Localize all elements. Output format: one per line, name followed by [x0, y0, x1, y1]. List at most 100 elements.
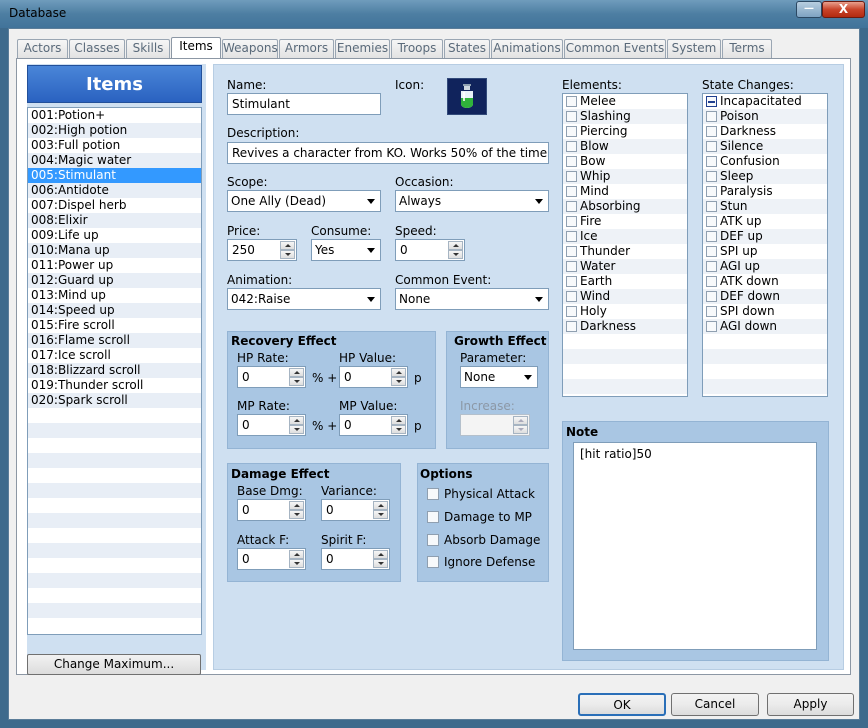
states-row[interactable]: Stun [703, 199, 827, 214]
spin-up-icon[interactable] [373, 501, 388, 510]
list-item[interactable]: 007:Dispel herb [28, 198, 201, 213]
tab-animations[interactable]: Animations [491, 39, 563, 58]
list-item[interactable]: 005:Stimulant [28, 168, 201, 183]
spin-down-icon[interactable] [289, 510, 304, 519]
elements-row[interactable]: Mind [563, 184, 687, 199]
checkbox-icon[interactable] [706, 231, 717, 242]
list-item[interactable]: 012:Guard up [28, 273, 201, 288]
states-row[interactable]: ATK down [703, 274, 827, 289]
hp-rate-stepper[interactable]: 0 [237, 366, 306, 388]
spin-down-icon[interactable] [391, 425, 406, 434]
spin-up-icon[interactable] [289, 368, 304, 377]
states-row[interactable]: AGI up [703, 259, 827, 274]
checkbox-icon[interactable] [706, 156, 717, 167]
checkbox-icon[interactable] [706, 96, 717, 107]
option-ignore-defense[interactable]: Ignore Defense [427, 555, 535, 569]
states-row[interactable]: Silence [703, 139, 827, 154]
occasion-dropdown[interactable]: Always [395, 190, 549, 212]
elements-row[interactable] [563, 364, 687, 379]
description-field[interactable]: Revives a character from KO. Works 50% o… [227, 142, 549, 164]
spin-up-icon[interactable] [289, 501, 304, 510]
spirit-f-stepper[interactable]: 0 [321, 548, 390, 570]
spin-down-icon[interactable] [448, 250, 463, 259]
states-row[interactable]: SPI down [703, 304, 827, 319]
states-row[interactable]: SPI up [703, 244, 827, 259]
elements-row[interactable]: Darkness [563, 319, 687, 334]
item-list[interactable]: 001:Potion+ 002:High potion 003:Full potio… [27, 107, 202, 635]
elements-row[interactable]: Absorbing [563, 199, 687, 214]
list-item[interactable]: 011:Power up [28, 258, 201, 273]
tab-skills[interactable]: Skills [126, 39, 170, 58]
checkbox-icon[interactable] [566, 156, 577, 167]
checkbox-icon[interactable] [566, 216, 577, 227]
elements-row[interactable]: Blow [563, 139, 687, 154]
list-item[interactable]: 018:Blizzard scroll [28, 363, 201, 378]
checkbox-icon[interactable] [566, 261, 577, 272]
states-row[interactable] [703, 379, 827, 394]
list-item[interactable] [28, 603, 201, 618]
spin-up-icon[interactable] [280, 241, 295, 250]
list-item[interactable] [28, 408, 201, 423]
tab-items[interactable]: Items [171, 37, 221, 59]
elements-row[interactable]: Piercing [563, 124, 687, 139]
list-item[interactable] [28, 558, 201, 573]
spin-down-icon[interactable] [289, 559, 304, 568]
hp-value-stepper[interactable]: 0 [339, 366, 408, 388]
tab-enemies[interactable]: Enemies [335, 39, 390, 58]
elements-row[interactable] [563, 349, 687, 364]
tab-actors[interactable]: Actors [17, 39, 68, 58]
tab-weapons[interactable]: Weapons [222, 39, 278, 58]
elements-row[interactable]: Earth [563, 274, 687, 289]
elements-row[interactable] [563, 379, 687, 394]
checkbox-icon[interactable] [566, 306, 577, 317]
spin-up-icon[interactable] [513, 416, 528, 425]
animation-dropdown[interactable]: 042:Raise [227, 288, 381, 310]
elements-row[interactable]: Thunder [563, 244, 687, 259]
mp-rate-stepper[interactable]: 0 [237, 414, 306, 436]
elements-row[interactable]: Holy [563, 304, 687, 319]
tab-armors[interactable]: Armors [279, 39, 334, 58]
checkbox-icon[interactable] [706, 171, 717, 182]
list-item[interactable] [28, 453, 201, 468]
list-item[interactable] [28, 588, 201, 603]
list-item[interactable]: 020:Spark scroll [28, 393, 201, 408]
mp-value-stepper[interactable]: 0 [339, 414, 408, 436]
checkbox-icon[interactable] [706, 201, 717, 212]
spin-up-icon[interactable] [448, 241, 463, 250]
states-row[interactable] [703, 334, 827, 349]
list-item[interactable]: 010:Mana up [28, 243, 201, 258]
list-item[interactable] [28, 618, 201, 633]
elements-row[interactable]: Melee [563, 94, 687, 109]
states-row[interactable]: DEF up [703, 229, 827, 244]
increase-stepper[interactable] [460, 414, 530, 436]
checkbox-icon[interactable] [566, 231, 577, 242]
option-damage-to-mp[interactable]: Damage to MP [427, 510, 532, 524]
states-row[interactable]: Poison [703, 109, 827, 124]
checkbox-icon[interactable] [566, 141, 577, 152]
spin-down-icon[interactable] [280, 250, 295, 259]
change-maximum-button[interactable]: Change Maximum... [27, 654, 201, 675]
elements-checklist[interactable]: Melee Slashing Piercing Blow Bow Whip Mind Abso… [562, 93, 688, 397]
spin-down-icon[interactable] [289, 425, 304, 434]
list-item[interactable] [28, 438, 201, 453]
states-row[interactable]: Paralysis [703, 184, 827, 199]
spin-up-icon[interactable] [391, 368, 406, 377]
checkbox-icon[interactable] [706, 261, 717, 272]
states-row[interactable]: ATK up [703, 214, 827, 229]
option-absorb-damage[interactable]: Absorb Damage [427, 533, 540, 547]
list-item[interactable]: 008:Elixir [28, 213, 201, 228]
close-button[interactable]: X [822, 1, 865, 18]
list-item[interactable]: 017:Ice scroll [28, 348, 201, 363]
states-row[interactable]: Incapacitated [703, 94, 827, 109]
tab-common-events[interactable]: Common Events [564, 39, 666, 58]
spin-up-icon[interactable] [289, 416, 304, 425]
checkbox-icon[interactable] [566, 201, 577, 212]
checkbox-icon[interactable] [566, 246, 577, 257]
checkbox-icon[interactable] [706, 216, 717, 227]
common-event-dropdown[interactable]: None [395, 288, 549, 310]
list-item[interactable] [28, 513, 201, 528]
states-row[interactable]: AGI down [703, 319, 827, 334]
states-row[interactable]: Confusion [703, 154, 827, 169]
list-item[interactable] [28, 483, 201, 498]
list-item[interactable] [28, 423, 201, 438]
